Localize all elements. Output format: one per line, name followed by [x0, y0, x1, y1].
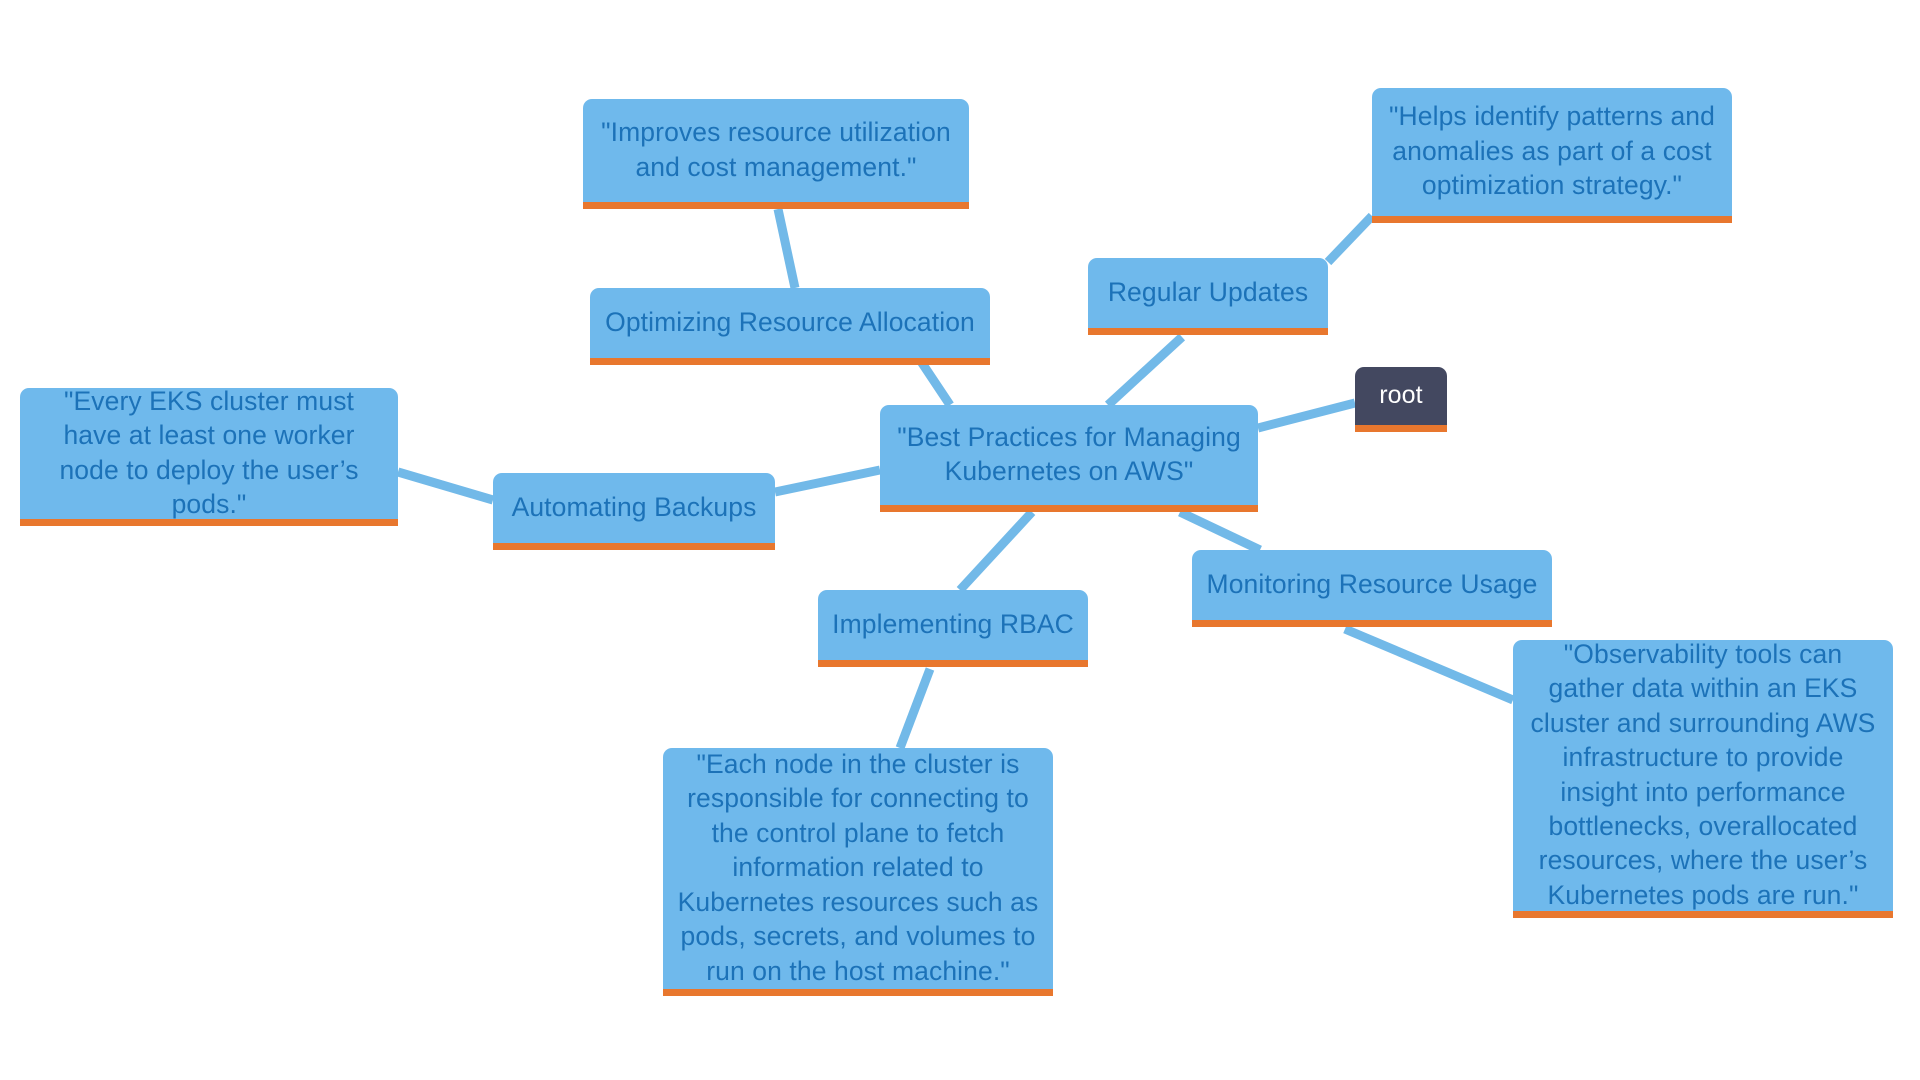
node-improves-resource-utilization[interactable]: "Improves resource utilization and cost … — [583, 99, 969, 209]
node-observability-tools[interactable]: "Observability tools can gather data wit… — [1513, 638, 1893, 918]
edge-center-to-implementing-rbac — [956, 508, 1036, 594]
node-label: Regular Updates — [1107, 276, 1309, 307]
node-every-eks-cluster[interactable]: "Every EKS cluster must have at least on… — [20, 386, 398, 526]
node-helps-identify-patterns[interactable]: "Helps identify patterns and anomalies a… — [1372, 88, 1732, 223]
node-label: root — [1379, 380, 1423, 409]
node-label: "Helps identify patterns and anomalies a… — [1389, 101, 1715, 201]
node-label: "Improves resource utilization and cost … — [601, 117, 951, 182]
node-label: Optimizing Resource Allocation — [605, 306, 975, 337]
node-center-best-practices[interactable]: "Best Practices for Managing Kubernetes … — [880, 405, 1258, 512]
edge-center-to-monitoring — [1178, 507, 1262, 555]
edge-root-to-center — [1256, 398, 1357, 433]
edge-optimizing-to-improves — [773, 208, 800, 289]
mindmap-canvas: "Improves resource utilization and cost … — [0, 0, 1920, 1080]
node-implementing-rbac[interactable]: Implementing RBAC — [818, 590, 1088, 667]
edge-center-to-automating-backups — [774, 465, 881, 497]
node-each-node-in-cluster[interactable]: "Each node in the cluster is responsible… — [663, 748, 1053, 996]
node-label: "Every EKS cluster must have at least on… — [59, 385, 359, 519]
edge-center-to-optimizing — [916, 357, 954, 408]
node-label: "Observability tools can gather data wit… — [1530, 638, 1876, 910]
node-label: Automating Backups — [511, 491, 757, 522]
node-label: Monitoring Resource Usage — [1206, 568, 1538, 599]
node-label: "Best Practices for Managing Kubernetes … — [897, 421, 1241, 486]
edge-implementing-to-each-node — [895, 667, 935, 750]
node-automating-backups[interactable]: Automating Backups — [493, 473, 775, 550]
node-optimizing-resource-allocation[interactable]: Optimizing Resource Allocation — [590, 288, 990, 365]
node-label: "Each node in the cluster is responsible… — [677, 748, 1039, 986]
edge-regular-updates-to-helps — [1324, 212, 1376, 266]
node-root[interactable]: root — [1355, 367, 1447, 432]
node-label: Implementing RBAC — [832, 608, 1074, 639]
node-regular-updates[interactable]: Regular Updates — [1088, 258, 1328, 335]
node-monitoring-resource-usage[interactable]: Monitoring Resource Usage — [1192, 550, 1552, 627]
edge-automating-to-every-eks — [396, 467, 495, 505]
edge-monitoring-to-observability — [1343, 624, 1515, 705]
edge-center-to-regular-updates — [1104, 333, 1186, 409]
